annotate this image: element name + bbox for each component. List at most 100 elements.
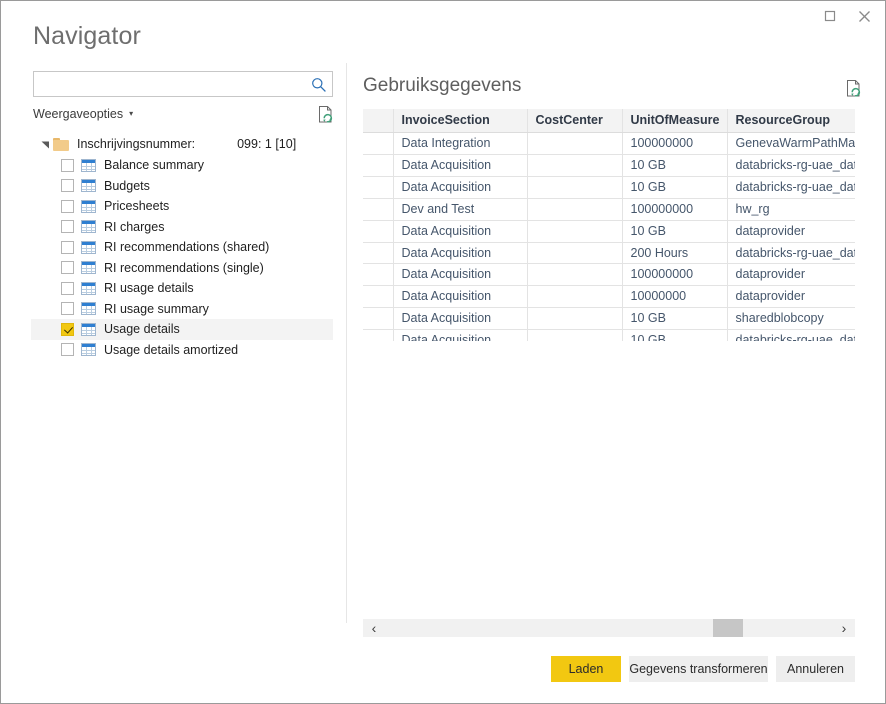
grid-column-header[interactable]	[363, 109, 394, 133]
tree-item[interactable]: Balance summary	[31, 155, 333, 176]
table-row[interactable]: Data Acquisition 10 GB databricks-rg-uae_d…	[363, 176, 855, 199]
row-selector-cell	[363, 329, 394, 341]
table-row[interactable]: Data Acquisition 10000000 dataprovider	[363, 285, 855, 309]
grid-cell: databricks-rg-uae_databricks-	[727, 242, 855, 265]
grid-header: InvoiceSection CostCenter UnitOfMeasure Res…	[363, 109, 855, 133]
checkbox-icon[interactable]	[61, 158, 74, 172]
table-row[interactable]: Data Acquisition 10 GB sharedblobcopy	[363, 307, 855, 331]
grid-header-row: InvoiceSection CostCenter UnitOfMeasure Res…	[363, 109, 855, 133]
tree-item[interactable]: Usage details	[31, 319, 333, 340]
load-button[interactable]: Laden	[551, 656, 621, 682]
search-input[interactable]	[34, 72, 308, 96]
table-row[interactable]: Data Acquisition 200 Hours databricks-rg-u…	[363, 242, 855, 265]
tree-item[interactable]: RI recommendations (single)	[31, 258, 333, 279]
tree-item[interactable]: Budgets	[31, 176, 333, 197]
tree-item-list: Balance summary Budgets Pricesheets RI char…	[31, 155, 333, 360]
checkbox-icon[interactable]	[61, 302, 74, 316]
grid-column-header[interactable]: UnitOfMeasure	[622, 109, 728, 133]
tree-item[interactable]: RI charges	[31, 217, 333, 238]
checkbox-icon[interactable]	[61, 343, 74, 357]
maximize-button[interactable]	[813, 1, 847, 31]
table-icon	[81, 343, 96, 357]
refresh-document-icon-right[interactable]	[845, 79, 863, 99]
grid-cell: databricks-rg-uae_databricks-	[727, 176, 855, 199]
grid-cell: Data Acquisition	[393, 220, 528, 243]
grid-cell: 200 Hours	[622, 242, 728, 265]
checkbox-icon[interactable]	[61, 179, 74, 193]
close-button[interactable]	[847, 1, 881, 31]
search-icon[interactable]	[310, 76, 328, 94]
transform-data-button[interactable]: Gegevens transformeren	[629, 656, 768, 682]
checkbox-icon[interactable]	[61, 199, 74, 213]
grid-cell: Data Acquisition	[393, 242, 528, 265]
navigator-dialog: Navigator Weergaveopties ▾ Inschrijvings…	[0, 0, 886, 704]
preview-grid: InvoiceSection CostCenter UnitOfMeasure Res…	[363, 109, 855, 341]
grid-cell: 100000000	[622, 198, 728, 221]
table-icon	[81, 302, 96, 316]
grid-cell: hw_rg	[727, 198, 855, 221]
grid-cell	[527, 176, 623, 199]
tree-root-node[interactable]: Inschrijvingsnummer: 099: 1 [10]	[31, 133, 333, 155]
table-row[interactable]: Data Integration 100000000 GenevaWarmPathM…	[363, 132, 855, 155]
grid-cell	[527, 132, 623, 155]
grid-column-header[interactable]: CostCenter	[527, 109, 623, 133]
grid-column-header[interactable]: InvoiceSection	[393, 109, 528, 133]
scroll-right-arrow-icon[interactable]: ›	[833, 619, 855, 637]
table-row[interactable]: Data Acquisition 10 GB databricks-rg-uae_d…	[363, 329, 855, 341]
tree-item[interactable]: RI usage summary	[31, 299, 333, 320]
scroll-left-arrow-icon[interactable]: ‹	[363, 619, 385, 637]
grid-cell: 10 GB	[622, 154, 728, 177]
tree-item-label: RI recommendations (shared)	[104, 240, 270, 255]
tree-root-label: Inschrijvingsnummer:	[77, 137, 196, 151]
tree-item-label: RI usage summary	[104, 301, 209, 316]
grid-cell	[527, 285, 623, 309]
grid-cell: 10000000	[622, 285, 728, 309]
horizontal-scrollbar[interactable]: ‹ ›	[363, 619, 855, 637]
grid-cell: Data Acquisition	[393, 154, 528, 177]
cancel-button[interactable]: Annuleren	[776, 656, 855, 682]
checkbox-icon[interactable]	[61, 220, 74, 234]
refresh-document-icon-left[interactable]	[317, 105, 335, 125]
display-options-row: Weergaveopties ▾	[33, 105, 335, 127]
grid-cell: Data Acquisition	[393, 176, 528, 199]
table-row[interactable]: Data Acquisition 10 GB databricks-rg-uae_d…	[363, 154, 855, 177]
row-selector-cell	[363, 242, 394, 265]
row-selector-cell	[363, 263, 394, 287]
tree-item[interactable]: Usage details amortized	[31, 340, 333, 361]
grid-column-header[interactable]: ResourceGroup	[727, 109, 855, 133]
tree-item[interactable]: Pricesheets	[31, 196, 333, 217]
grid-cell: 10 GB	[622, 329, 728, 341]
checkbox-icon[interactable]	[61, 281, 74, 295]
grid-cell: 100000000	[622, 263, 728, 287]
grid-cell: Dev and Test	[393, 198, 528, 221]
search-box[interactable]	[33, 71, 333, 97]
grid-cell	[527, 263, 623, 287]
row-selector-cell	[363, 154, 394, 177]
grid-cell: 10 GB	[622, 307, 728, 331]
checkbox-icon[interactable]	[61, 240, 74, 254]
panel-divider	[346, 63, 347, 623]
preview-grid-container: InvoiceSection CostCenter UnitOfMeasure Res…	[363, 109, 855, 341]
tree-item-label: Pricesheets	[104, 199, 170, 214]
grid-cell: 10 GB	[622, 176, 728, 199]
table-row[interactable]: Dev and Test 100000000 hw_rg	[363, 198, 855, 221]
grid-cell: Data Acquisition	[393, 307, 528, 331]
grid-cell: Data Integration	[393, 132, 528, 155]
tree-item[interactable]: RI recommendations (shared)	[31, 237, 333, 258]
scrollbar-thumb[interactable]	[713, 619, 743, 637]
grid-cell: 10 GB	[622, 220, 728, 243]
tree-item-label: RI usage details	[104, 281, 194, 296]
checkbox-checked-icon[interactable]	[61, 322, 74, 336]
expander-collapse-icon[interactable]	[39, 138, 51, 150]
display-options-label: Weergaveopties	[33, 107, 124, 121]
checkbox-icon[interactable]	[61, 261, 74, 275]
table-row[interactable]: Data Acquisition 100000000 dataprovider	[363, 263, 855, 287]
tree-item[interactable]: RI usage details	[31, 278, 333, 299]
grid-cell	[527, 242, 623, 265]
grid-cell: dataprovider	[727, 285, 855, 309]
table-row[interactable]: Data Acquisition 10 GB dataprovider	[363, 220, 855, 243]
tree-item-label: Usage details	[104, 322, 180, 337]
chevron-down-icon: ▾	[129, 109, 134, 118]
display-options-dropdown[interactable]: Weergaveopties ▾	[33, 107, 133, 121]
grid-cell: dataprovider	[727, 263, 855, 287]
